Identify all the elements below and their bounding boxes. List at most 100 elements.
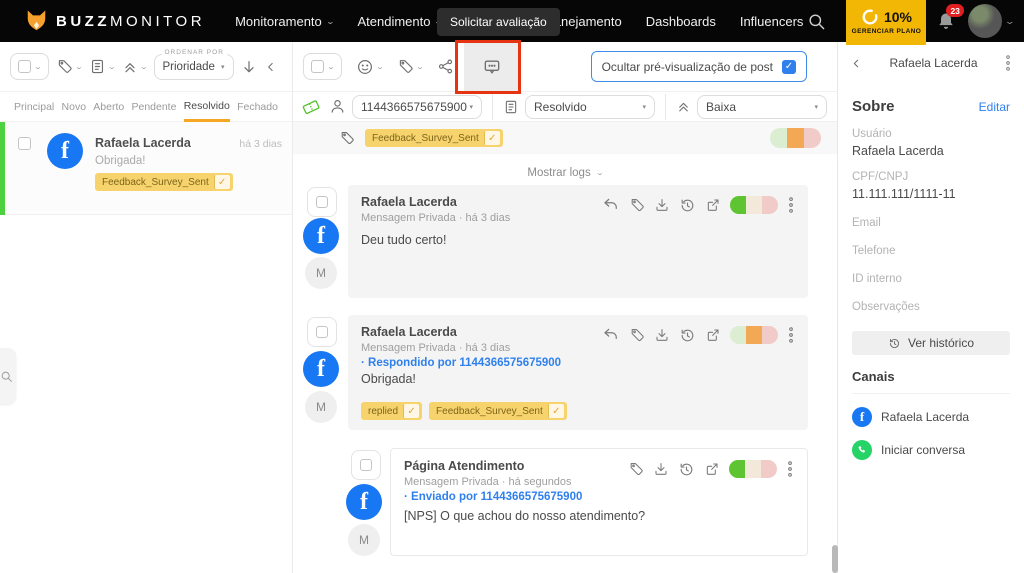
sidebar-title: Rafaela Lacerda bbox=[863, 56, 1004, 70]
tab-aberto[interactable]: Aberto bbox=[93, 93, 124, 120]
status-icon bbox=[503, 99, 519, 115]
nav-item-atendimento[interactable]: Atendimento⌄ bbox=[357, 14, 442, 29]
hide-post-preview-toggle[interactable]: Ocultar pré-visualização de post ✓ bbox=[591, 51, 807, 82]
download-icon[interactable] bbox=[654, 197, 670, 213]
chevron-down-icon[interactable]: ⌄ bbox=[1005, 16, 1016, 27]
external-link-icon[interactable] bbox=[705, 197, 721, 213]
search-drawer-handle[interactable] bbox=[0, 348, 16, 404]
user-icon bbox=[329, 98, 346, 115]
sort-by-select[interactable]: ORDENAR POR Prioridade ▾ bbox=[154, 54, 234, 80]
priority-icon bbox=[676, 99, 691, 114]
kebab-menu-icon[interactable] bbox=[787, 195, 795, 215]
priority-filter-dropdown[interactable]: ⌄ bbox=[122, 59, 147, 75]
message-tag-chip[interactable]: Feedback_Survey_Sent✓ bbox=[429, 402, 567, 420]
nav-item-dashboards[interactable]: Dashboards bbox=[646, 14, 716, 29]
user-avatar[interactable] bbox=[968, 4, 1002, 38]
tab-principal[interactable]: Principal bbox=[14, 93, 54, 120]
ticket-sentiment-bar[interactable] bbox=[770, 128, 821, 148]
kebab-menu-icon[interactable] bbox=[1004, 53, 1012, 73]
message-body: Página Atendimento Mensagem Privada · há… bbox=[390, 448, 808, 556]
ticket-checkbox[interactable] bbox=[18, 137, 31, 150]
ticket-author: Rafaela Lacerda bbox=[95, 136, 191, 150]
sentiment-dropdown[interactable]: ⌄ bbox=[356, 58, 383, 76]
notes-filter-dropdown[interactable]: ⌄ bbox=[89, 58, 115, 75]
tag-dropdown[interactable]: ⌄ bbox=[397, 58, 423, 75]
field-value-usuario: Rafaela Lacerda bbox=[852, 144, 1010, 158]
channels-heading: Canais bbox=[852, 369, 1010, 394]
message-sentiment-bar[interactable] bbox=[730, 326, 778, 344]
channel-facebook[interactable]: f Rafaela Lacerda bbox=[852, 407, 1010, 427]
kebab-menu-icon[interactable] bbox=[786, 459, 794, 479]
conversation-toolbar: ⌄ ⌄ ⌄ Ocultar pré-visualização de post ✓ bbox=[293, 42, 837, 92]
download-icon[interactable] bbox=[654, 327, 670, 343]
history-icon bbox=[888, 337, 901, 350]
check-icon: ✓ bbox=[214, 175, 230, 189]
reply-icon[interactable] bbox=[602, 196, 620, 214]
history-icon[interactable] bbox=[679, 197, 696, 214]
external-link-icon[interactable] bbox=[704, 461, 720, 477]
caret-down-icon: ▾ bbox=[642, 103, 646, 111]
sidebar-header: Rafaela Lacerda bbox=[838, 42, 1024, 84]
ticket-tag-chip[interactable]: Feedback_Survey_Sent ✓ bbox=[365, 129, 503, 147]
chevron-down-icon: ⌄ bbox=[74, 63, 83, 71]
message-meta: Mensagem Privada · há 3 dias bbox=[361, 212, 510, 224]
reply-icon[interactable] bbox=[602, 326, 620, 344]
download-icon[interactable] bbox=[653, 461, 669, 477]
select-all-dropdown[interactable]: ⌄ bbox=[10, 53, 49, 80]
back-button[interactable] bbox=[850, 57, 863, 70]
user-id-select[interactable]: 1144366575675900 ▾ bbox=[352, 95, 482, 119]
message-checkbox[interactable] bbox=[307, 317, 337, 347]
sent-by-link[interactable]: · Enviado por 1144366575675900 bbox=[404, 491, 794, 503]
history-icon[interactable] bbox=[679, 327, 696, 344]
search-icon[interactable] bbox=[807, 12, 826, 31]
ticket-list-item[interactable]: f Rafaela Lacerda há 3 dias Obrigada! Fe… bbox=[0, 122, 292, 215]
field-label-cpf-cnpj: CPF/CNPJ bbox=[852, 171, 1010, 183]
tab-novo[interactable]: Novo bbox=[62, 93, 87, 120]
usage-ring-icon bbox=[861, 8, 879, 26]
history-icon[interactable] bbox=[678, 461, 695, 478]
view-history-button[interactable]: Ver histórico bbox=[852, 331, 1010, 355]
message-author: Página Atendimento bbox=[404, 459, 572, 473]
facebook-avatar-icon: f bbox=[303, 218, 339, 254]
collapse-panel-button[interactable] bbox=[264, 60, 278, 74]
kebab-menu-icon[interactable] bbox=[787, 325, 795, 345]
status-select[interactable]: Resolvido ▾ bbox=[525, 95, 655, 119]
tab-pendente[interactable]: Pendente bbox=[131, 93, 176, 120]
notifications-bell[interactable]: 23 bbox=[936, 10, 956, 32]
tab-resolvido[interactable]: Resolvido bbox=[184, 92, 230, 122]
channel-whatsapp[interactable]: Iniciar conversa bbox=[852, 440, 1010, 460]
message-text: Obrigada! bbox=[361, 372, 795, 386]
tag-icon[interactable] bbox=[628, 461, 644, 477]
message-checkbox[interactable] bbox=[307, 187, 337, 217]
conversation-panel: ⌄ ⌄ ⌄ Ocultar pré-visualização de post ✓… bbox=[293, 42, 838, 573]
caret-down-icon: ▾ bbox=[469, 103, 473, 111]
facebook-avatar-icon: f bbox=[346, 484, 382, 520]
sort-direction-button[interactable] bbox=[241, 59, 257, 75]
ticket-tag-chip[interactable]: Feedback_Survey_Sent ✓ bbox=[95, 173, 233, 191]
priority-select[interactable]: Baixa ▾ bbox=[697, 95, 827, 119]
edit-button[interactable]: Editar bbox=[979, 100, 1010, 114]
message-sentiment-bar[interactable] bbox=[729, 460, 777, 478]
message-checkbox[interactable] bbox=[351, 450, 381, 480]
message-sentiment-bar[interactable] bbox=[730, 196, 778, 214]
replied-by-link[interactable]: · Respondido por 1144366575675900 bbox=[361, 357, 795, 369]
external-link-icon[interactable] bbox=[705, 327, 721, 343]
tag-filter-dropdown[interactable]: ⌄ bbox=[56, 58, 82, 75]
nav-item-monitoramento[interactable]: Monitoramento⌄ bbox=[235, 14, 333, 29]
share-button[interactable] bbox=[437, 58, 454, 75]
nav-item-influencers[interactable]: Influencers bbox=[740, 14, 804, 29]
show-logs-toggle[interactable]: Mostrar logs ⌄ bbox=[293, 160, 837, 186]
tag-icon[interactable] bbox=[629, 327, 645, 343]
buzzmonitor-fox-logo-icon bbox=[26, 9, 47, 33]
tag-icon[interactable] bbox=[629, 197, 645, 213]
facebook-avatar-icon: f bbox=[47, 133, 83, 169]
facebook-icon: f bbox=[852, 407, 872, 427]
plan-usage-badge[interactable]: 10% GERENCIAR PLANO bbox=[846, 0, 926, 45]
ticket-preview: Obrigada! bbox=[95, 155, 146, 167]
message-body: Rafaela Lacerda Mensagem Privada · há 3 … bbox=[348, 315, 808, 430]
message-tag-chip[interactable]: replied✓ bbox=[361, 402, 422, 420]
select-all-messages-dropdown[interactable]: ⌄ bbox=[303, 53, 342, 80]
tab-fechado[interactable]: Fechado bbox=[237, 93, 278, 120]
brand[interactable]: BUZZMONITOR bbox=[26, 9, 205, 33]
agent-avatar: M bbox=[348, 524, 380, 556]
